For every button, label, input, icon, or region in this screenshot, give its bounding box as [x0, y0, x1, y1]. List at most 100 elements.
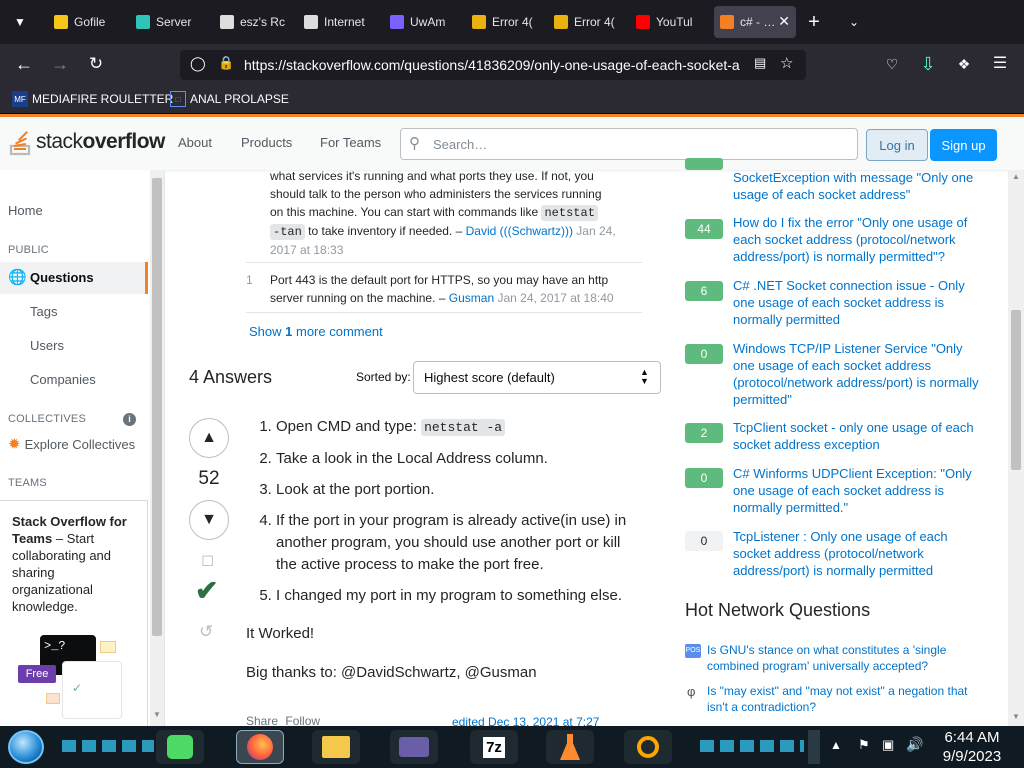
related-score: 0: [685, 531, 723, 551]
related-question[interactable]: SocketException with message "Only one u…: [685, 158, 985, 207]
flask-icon[interactable]: [546, 730, 594, 764]
page-scrollbar[interactable]: ▲ ▼: [1008, 170, 1024, 726]
related-question-link[interactable]: C# .NET Socket connection issue - Only o…: [733, 277, 985, 328]
browser-tab[interactable]: Gofile: [48, 6, 128, 38]
nav-users[interactable]: Users: [30, 338, 64, 353]
nav-tags[interactable]: Tags: [30, 304, 57, 319]
menu-icon[interactable]: ☰: [990, 54, 1010, 74]
related-question[interactable]: 0 Windows TCP/IP Listener Service "Only …: [685, 340, 985, 410]
scroll-down-icon[interactable]: ▼: [153, 710, 161, 719]
scrollbar-thumb[interactable]: [1011, 310, 1021, 470]
clock[interactable]: 6:44 AM 9/9/2023: [930, 728, 1014, 766]
media-player-icon[interactable]: [390, 730, 438, 764]
show-desktop-icon[interactable]: [808, 730, 820, 764]
browser-tab[interactable]: c# - … ✕: [714, 6, 796, 38]
hot-network-question[interactable]: POS Is GNU's stance on what constitutes …: [685, 642, 985, 676]
extensions-icon[interactable]: ❖: [954, 54, 974, 74]
related-question-link[interactable]: How do I fix the error "Only one usage o…: [733, 214, 985, 265]
nav-companies[interactable]: Companies: [30, 372, 96, 387]
url-text[interactable]: https://stackoverflow.com/questions/4183…: [244, 57, 744, 73]
related-question-link[interactable]: TcpListener : Only one usage of each soc…: [733, 528, 985, 579]
system-tray-expand-icon[interactable]: ▲: [830, 738, 842, 752]
start-button[interactable]: [8, 730, 44, 764]
search-icon[interactable]: [624, 730, 672, 764]
upvote-button[interactable]: ▲: [189, 418, 229, 458]
scroll-down-icon[interactable]: ▼: [1012, 712, 1020, 721]
tab-label: Gofile: [74, 15, 106, 29]
comment-date[interactable]: Jan 24, 2017 at 18:40: [497, 291, 613, 305]
show-more-comments-link[interactable]: Show 1 more comment: [249, 323, 383, 341]
nav-products[interactable]: Products: [241, 135, 292, 150]
nav-for-teams[interactable]: For Teams: [320, 135, 381, 150]
downvote-arrow-icon: ▼: [201, 511, 217, 528]
comment-user-link[interactable]: Gusman: [449, 291, 494, 305]
nav-questions[interactable]: 🌐 Questions: [0, 262, 148, 294]
follow-link[interactable]: Follow: [285, 714, 320, 726]
nav-home[interactable]: Home: [8, 203, 43, 218]
related-question-link[interactable]: C# Winforms UDPClient Exception: "Only o…: [733, 465, 985, 516]
forward-button[interactable]: →: [50, 54, 70, 74]
pocket-icon[interactable]: ♡: [882, 54, 902, 74]
tracking-shield-icon[interactable]: ◯: [190, 55, 206, 72]
firefox-icon[interactable]: [236, 730, 284, 764]
related-question[interactable]: 2 TcpClient socket - only one usage of e…: [685, 419, 985, 455]
bookmark-second[interactable]: □ ANAL PROLAPSE: [170, 91, 289, 107]
comment-user-link[interactable]: David (((Schwartz))): [466, 224, 573, 238]
flag-icon[interactable]: ⚑: [858, 737, 870, 753]
volume-icon[interactable]: 🔊: [906, 736, 923, 753]
history-icon[interactable]: ↺: [199, 622, 213, 642]
log-in-button[interactable]: Log in: [866, 129, 928, 161]
7zip-icon[interactable]: 7z: [470, 730, 518, 764]
new-tab-button[interactable]: +: [804, 12, 824, 32]
answers-count: 4 Answers: [189, 367, 273, 387]
browser-tab[interactable]: Server: [130, 6, 212, 38]
lock-icon[interactable]: 🔒: [218, 55, 234, 71]
hot-network-link[interactable]: Is GNU's stance on what constitutes a 's…: [707, 642, 977, 674]
related-question[interactable]: 44 How do I fix the error "Only one usag…: [685, 214, 985, 266]
hot-network-question[interactable]: φ Is "may exist" and "may not exist" a n…: [685, 683, 985, 717]
search-input[interactable]: ⚲ Search…: [400, 128, 858, 160]
related-question-link[interactable]: TcpClient socket - only one usage of eac…: [733, 419, 985, 453]
site-icon: φ: [687, 684, 696, 699]
bookmark-mediafire[interactable]: MF MEDIAFIRE ROULETTER: [12, 91, 173, 107]
reader-view-icon[interactable]: ▤: [754, 55, 766, 71]
nav-about[interactable]: About: [178, 135, 212, 150]
hot-network-link[interactable]: Is "may exist" and "may not exist" a neg…: [707, 683, 977, 715]
browser-tab[interactable]: Internet: [298, 6, 382, 38]
file-explorer-icon[interactable]: [312, 730, 360, 764]
stackoverflow-logo[interactable]: stack overflow: [8, 127, 165, 157]
related-question-link[interactable]: SocketException with message "Only one u…: [733, 169, 985, 203]
scroll-up-icon[interactable]: ▲: [1012, 172, 1020, 181]
explore-collectives-link[interactable]: ✹ Explore Collectives: [8, 435, 135, 453]
related-question[interactable]: 6 C# .NET Socket connection issue - Only…: [685, 277, 985, 329]
url-bar[interactable]: ◯ 🔒 https://stackoverflow.com/questions/…: [180, 50, 806, 80]
related-question[interactable]: 0 C# Winforms UDPClient Exception: "Only…: [685, 465, 985, 517]
sign-up-button[interactable]: Sign up: [930, 129, 997, 161]
browser-tab[interactable]: esz's Rc: [214, 6, 296, 38]
list-all-tabs-icon[interactable]: ⌄: [844, 12, 864, 32]
sidebar-scrollbar[interactable]: ▼: [150, 170, 164, 726]
close-tab-icon[interactable]: ✕: [778, 13, 790, 30]
downloads-icon[interactable]: ⇩: [918, 54, 938, 74]
bookmark-star-icon[interactable]: ☆: [780, 54, 793, 72]
share-link[interactable]: Share: [246, 714, 278, 726]
notes-icon[interactable]: [156, 730, 204, 764]
related-question-link[interactable]: Windows TCP/IP Listener Service "Only on…: [733, 340, 985, 408]
browser-tab[interactable]: UwAm: [384, 6, 464, 38]
scrollbar-thumb[interactable]: [152, 178, 162, 636]
back-button[interactable]: ←: [14, 54, 34, 74]
browser-tab[interactable]: Error 4(: [548, 6, 628, 38]
info-icon[interactable]: i: [123, 413, 136, 426]
comment-date[interactable]: Jan 24,: [576, 224, 615, 238]
browser-tab[interactable]: Error 4(: [466, 6, 546, 38]
comment-date[interactable]: 2017 at 18:33: [270, 241, 642, 259]
browser-tab[interactable]: YouTul: [630, 6, 710, 38]
related-question[interactable]: 0 TcpListener : Only one usage of each s…: [685, 528, 985, 580]
downvote-button[interactable]: ▼: [189, 500, 229, 540]
network-icon[interactable]: ▣: [882, 737, 894, 753]
bookmark-icon[interactable]: ◻: [201, 550, 214, 570]
edited-info[interactable]: edited Dec 13, 2021 at 7:27: [452, 715, 599, 726]
sort-select[interactable]: Highest score (default) ▲ ▼: [413, 361, 661, 394]
tab-list-icon[interactable]: ▼: [10, 12, 30, 32]
reload-button[interactable]: ↻: [86, 54, 106, 74]
